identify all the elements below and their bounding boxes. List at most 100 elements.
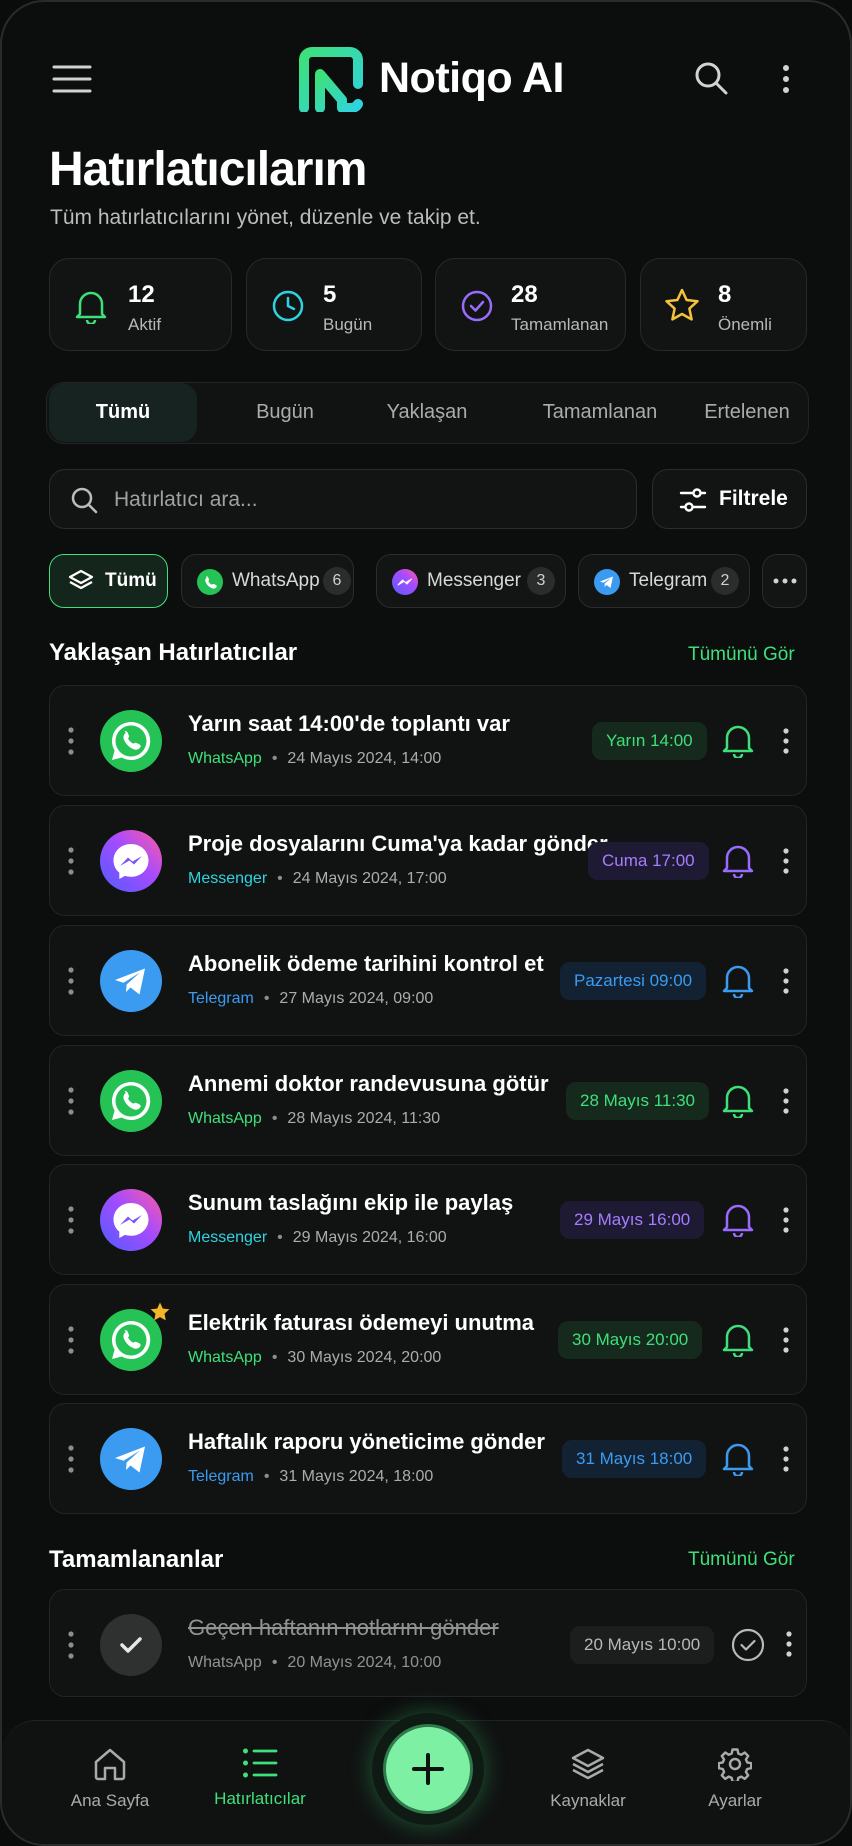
- bell-icon[interactable]: [722, 1321, 754, 1357]
- nav-sources[interactable]: Kaynaklar: [548, 1747, 628, 1811]
- tab-completed[interactable]: Tamamlanan: [510, 383, 690, 442]
- tab-all[interactable]: Tümü: [49, 383, 197, 442]
- reminder-date: 24 Mayıs 2024, 14:00: [287, 750, 442, 767]
- nav-reminders[interactable]: Hatırlatıcılar: [208, 1747, 312, 1809]
- upcoming-see-all-link[interactable]: Tümünü Gör: [688, 644, 795, 666]
- drag-handle-icon[interactable]: [66, 1325, 76, 1355]
- logo-icon: [296, 46, 366, 112]
- stat-value: 28: [511, 281, 538, 308]
- more-vertical-icon[interactable]: [782, 847, 790, 875]
- more-vertical-icon[interactable]: [782, 1445, 790, 1473]
- nav-settings[interactable]: Ayarlar: [702, 1747, 768, 1811]
- tab-upcoming[interactable]: Yaklaşan: [352, 383, 502, 442]
- stat-label: Tamamlanan: [511, 315, 609, 334]
- reminder-time-badge: 29 Mayıs 16:00: [560, 1201, 705, 1239]
- drag-handle-icon[interactable]: [66, 966, 76, 996]
- drag-handle-icon[interactable]: [66, 1086, 76, 1116]
- reminder-card[interactable]: Proje dosyalarını Cuma'ya kadar gönder Me…: [49, 805, 807, 916]
- tab-bar: Tümü Bugün Yaklaşan Tamamlanan Ertelenen: [46, 382, 809, 444]
- gear-icon: [702, 1747, 768, 1781]
- reminder-card[interactable]: Yarın saat 14:00'de toplantı var WhatsApp…: [49, 685, 807, 796]
- drag-handle-icon[interactable]: [66, 1630, 76, 1660]
- bottom-navigation: Ana Sayfa Hatırlatıcılar Kaynaklar Ayarl…: [2, 1713, 850, 1844]
- drag-handle-icon[interactable]: [66, 1444, 76, 1474]
- reminder-source: WhatsApp: [188, 1110, 262, 1127]
- stat-card-active[interactable]: 12 Aktif: [49, 258, 232, 351]
- chip-count: 6: [323, 567, 351, 595]
- more-vertical-icon[interactable]: [782, 1206, 790, 1234]
- stat-card-completed[interactable]: 28 Tamamlanan: [435, 258, 626, 351]
- bell-icon[interactable]: [722, 722, 754, 758]
- chip-more[interactable]: [762, 554, 807, 608]
- more-vertical-icon[interactable]: [782, 1326, 790, 1354]
- reminder-card[interactable]: Haftalık raporu yöneticime gönder Telegra…: [49, 1403, 807, 1514]
- more-vertical-icon[interactable]: [782, 967, 790, 995]
- whatsapp-icon: [100, 1070, 162, 1132]
- tab-snoozed[interactable]: Ertelenen: [687, 383, 807, 442]
- chip-messenger[interactable]: Messenger 3: [376, 554, 566, 608]
- reminder-card[interactable]: Annemi doktor randevusuna götür WhatsApp •…: [49, 1045, 807, 1156]
- reminder-meta: WhatsApp • 24 Mayıs 2024, 14:00: [188, 750, 442, 767]
- stat-card-important[interactable]: 8 Önemli: [640, 258, 807, 351]
- stat-card-today[interactable]: 5 Bugün: [246, 258, 422, 351]
- completed-see-all-link[interactable]: Tümünü Gör: [688, 1549, 795, 1571]
- more-vertical-icon[interactable]: [781, 64, 791, 94]
- reminder-card[interactable]: Abonelik ödeme tarihini kontrol et Telegr…: [49, 925, 807, 1036]
- more-vertical-icon[interactable]: [782, 1087, 790, 1115]
- reminder-time-badge: Pazartesi 09:00: [560, 962, 707, 1000]
- telegram-icon: [100, 1428, 162, 1490]
- chip-whatsapp[interactable]: WhatsApp 6: [181, 554, 354, 608]
- more-vertical-icon[interactable]: [785, 1630, 793, 1658]
- reminder-card[interactable]: Sunum taslağını ekip ile paylaş Messenger…: [49, 1164, 807, 1275]
- reminder-time-badge: 20 Mayıs 10:00: [570, 1626, 715, 1664]
- reminder-card[interactable]: Elektrik faturası ödemeyi unutma WhatsApp…: [49, 1284, 807, 1395]
- drag-handle-icon[interactable]: [66, 846, 76, 876]
- reminder-title: Elektrik faturası ödemeyi unutma: [188, 1310, 534, 1335]
- tab-today[interactable]: Bugün: [225, 383, 345, 442]
- chip-label: WhatsApp: [232, 570, 320, 591]
- search-icon: [70, 486, 98, 514]
- plus-icon: [409, 1750, 447, 1788]
- bell-icon[interactable]: [722, 842, 754, 878]
- check-circle-icon: [460, 289, 494, 323]
- bell-icon[interactable]: [722, 1082, 754, 1118]
- drag-handle-icon[interactable]: [66, 726, 76, 756]
- reminder-date: 24 Mayıs 2024, 17:00: [292, 870, 447, 887]
- drag-handle-icon[interactable]: [66, 1205, 76, 1235]
- more-horizontal-icon: [773, 577, 797, 585]
- bell-icon[interactable]: [722, 1201, 754, 1237]
- check-circle-icon[interactable]: [731, 1628, 765, 1662]
- more-vertical-icon[interactable]: [782, 727, 790, 755]
- reminder-title: Yarın saat 14:00'de toplantı var: [188, 711, 510, 736]
- layers-icon: [548, 1747, 628, 1781]
- nav-home[interactable]: Ana Sayfa: [68, 1747, 152, 1811]
- add-button-inner: [383, 1724, 473, 1814]
- chip-all[interactable]: Tümü: [49, 554, 168, 608]
- messenger-icon: [391, 568, 419, 596]
- search-placeholder: Hatırlatıcı ara...: [114, 488, 258, 511]
- filter-button[interactable]: Filtrele: [652, 469, 807, 529]
- reminder-title: Abonelik ödeme tarihini kontrol et: [188, 951, 544, 976]
- filter-label: Filtrele: [719, 487, 788, 510]
- messenger-icon: [100, 1189, 162, 1251]
- chip-telegram[interactable]: Telegram 2: [578, 554, 750, 608]
- reminder-source: Telegram: [188, 1468, 254, 1485]
- completed-reminder-card[interactable]: Geçen haftanın notlarını gönder WhatsApp…: [49, 1589, 807, 1697]
- stat-label: Aktif: [128, 315, 162, 334]
- reminder-date: 29 Mayıs 2024, 16:00: [292, 1229, 447, 1246]
- menu-icon[interactable]: [52, 64, 92, 94]
- reminder-time-badge: Cuma 17:00: [588, 842, 709, 880]
- page-title: Hatırlatıcılarım: [49, 143, 367, 196]
- app-screen: Notiqo AI Hatırlatıcılarım Tüm hatırlatı…: [0, 0, 852, 1846]
- reminder-source: WhatsApp: [188, 1349, 262, 1366]
- search-icon[interactable]: [693, 60, 729, 96]
- add-reminder-button[interactable]: [372, 1713, 484, 1825]
- bell-icon[interactable]: [722, 1440, 754, 1476]
- reminder-title: Geçen haftanın notlarını gönder: [188, 1615, 499, 1640]
- reminder-date: 20 Mayıs 2024, 10:00: [287, 1654, 442, 1671]
- bell-icon[interactable]: [722, 962, 754, 998]
- search-input[interactable]: Hatırlatıcı ara...: [49, 469, 637, 529]
- reminder-title: Sunum taslağını ekip ile paylaş: [188, 1190, 514, 1215]
- list-icon: [208, 1747, 312, 1779]
- app-name: Notiqo AI: [379, 54, 564, 102]
